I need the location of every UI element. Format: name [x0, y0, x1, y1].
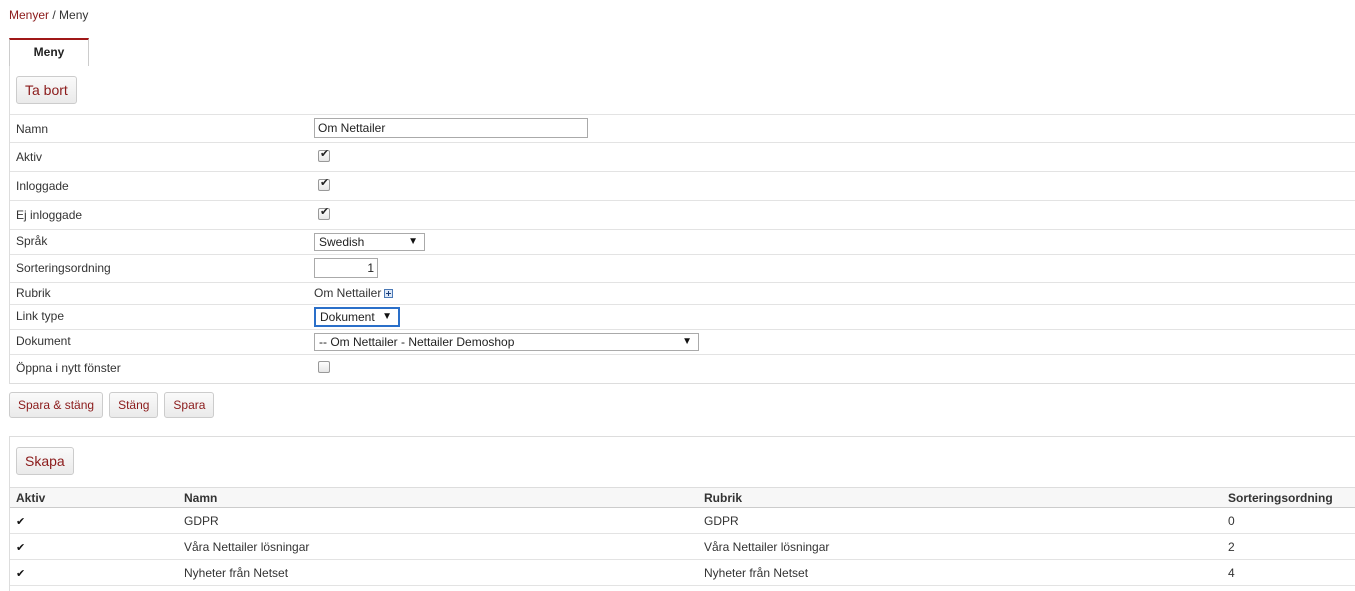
heading-value-group: Om Nettailer — [314, 286, 394, 300]
language-label: Språk — [16, 234, 48, 248]
not-logged-in-label: Ej inloggade — [16, 208, 83, 222]
table-header-row: Aktiv Namn Rubrik Sorteringsordning — [10, 487, 1355, 508]
cell-active: ✔ — [10, 507, 178, 534]
logged-in-checkbox[interactable]: ✔ — [318, 177, 330, 191]
table-row[interactable]: ✔ GDPR GDPR 0 — [10, 507, 1355, 534]
row-logged-in: Inloggade ✔ — [10, 171, 1355, 200]
cell-sort-order: 2 — [1222, 533, 1355, 560]
cell-name: Nyheter från Netset — [178, 559, 698, 586]
column-header-active[interactable]: Aktiv — [10, 487, 178, 508]
form-toolbar: Ta bort — [16, 76, 77, 104]
breadcrumb-current: Meny — [59, 8, 89, 22]
heading-value: Om Nettailer — [314, 286, 382, 300]
submenu-list-panel: Skapa Aktiv Namn Rubrik Sorteringsordnin… — [9, 436, 1355, 591]
breadcrumb-link-menus[interactable]: Menyer — [9, 8, 49, 22]
not-logged-in-checkbox[interactable]: ✔ — [318, 206, 330, 220]
row-name: Namn — [10, 114, 1355, 142]
active-checkbox[interactable]: ✔ — [318, 148, 330, 162]
column-header-name[interactable]: Namn — [178, 487, 698, 508]
submenu-table: Aktiv Namn Rubrik Sorteringsordning ✔ GD… — [10, 487, 1355, 586]
new-window-checkbox[interactable] — [318, 361, 330, 373]
create-button[interactable]: Skapa — [16, 447, 74, 475]
cell-active: ✔ — [10, 559, 178, 586]
delete-button[interactable]: Ta bort — [16, 76, 77, 104]
row-heading: Rubrik Om Nettailer — [10, 282, 1355, 304]
name-input[interactable] — [314, 118, 588, 138]
cell-sort-order: 0 — [1222, 507, 1355, 534]
form-rows: Namn Aktiv ✔ Inloggade ✔ Ej inloggade ✔ … — [10, 114, 1355, 382]
chevron-down-icon: ▼ — [408, 236, 418, 247]
row-link-type: Link type Dokument ▼ — [10, 304, 1355, 329]
tab-meny[interactable]: Meny — [9, 38, 89, 67]
form-action-bar: Spara & stäng Stäng Spara — [9, 392, 220, 418]
save-button[interactable]: Spara — [164, 392, 215, 418]
sort-order-input[interactable] — [314, 258, 378, 278]
link-type-select[interactable]: Dokument ▼ — [314, 307, 400, 327]
row-document: Dokument -- Om Nettailer - Nettailer Dem… — [10, 329, 1355, 354]
row-language: Språk Swedish ▼ — [10, 229, 1355, 254]
active-label: Aktiv — [16, 150, 43, 164]
cell-heading: Nyheter från Netset — [698, 559, 1222, 586]
breadcrumb: Menyer / Meny — [9, 8, 88, 22]
column-header-heading[interactable]: Rubrik — [698, 487, 1222, 508]
document-select[interactable]: -- Om Nettailer - Nettailer Demoshop ▼ — [314, 333, 699, 351]
chevron-down-icon: ▼ — [382, 311, 392, 322]
sort-order-label: Sorteringsordning — [16, 261, 111, 275]
chevron-down-icon: ▼ — [682, 336, 692, 347]
cell-name: GDPR — [178, 507, 698, 534]
language-value: Swedish — [319, 235, 365, 249]
check-icon: ✔ — [320, 206, 330, 218]
language-select[interactable]: Swedish ▼ — [314, 233, 425, 251]
document-label: Dokument — [16, 334, 71, 348]
document-value: -- Om Nettailer - Nettailer Demoshop — [319, 335, 515, 349]
list-toolbar: Skapa — [16, 447, 74, 475]
tab-bar: Meny — [9, 38, 1355, 67]
check-icon: ✔ — [16, 567, 26, 580]
cell-sort-order: 4 — [1222, 559, 1355, 586]
name-label: Namn — [16, 122, 49, 136]
column-header-sort-order[interactable]: Sorteringsordning — [1222, 487, 1355, 508]
logged-in-label: Inloggade — [16, 179, 69, 193]
cell-active: ✔ — [10, 533, 178, 560]
breadcrumb-separator: / — [49, 8, 60, 22]
row-new-window: Öppna i nytt fönster — [10, 354, 1355, 382]
table-row[interactable]: ✔ Våra Nettailer lösningar Våra Nettaile… — [10, 533, 1355, 560]
cell-heading: Våra Nettailer lösningar — [698, 533, 1222, 560]
cell-heading: GDPR — [698, 507, 1222, 534]
close-button[interactable]: Stäng — [109, 392, 159, 418]
heading-label: Rubrik — [16, 286, 51, 300]
save-close-button[interactable]: Spara & stäng — [9, 392, 104, 418]
check-icon: ✔ — [320, 177, 330, 189]
link-type-value: Dokument — [320, 310, 375, 324]
plus-icon[interactable] — [384, 289, 394, 299]
check-icon: ✔ — [320, 148, 330, 160]
row-sort-order: Sorteringsordning — [10, 254, 1355, 282]
row-not-logged-in: Ej inloggade ✔ — [10, 200, 1355, 229]
link-type-label: Link type — [16, 309, 65, 323]
new-window-label: Öppna i nytt fönster — [16, 361, 121, 375]
check-icon: ✔ — [16, 515, 26, 528]
cell-name: Våra Nettailer lösningar — [178, 533, 698, 560]
table-row[interactable]: ✔ Nyheter från Netset Nyheter från Netse… — [10, 559, 1355, 586]
check-icon: ✔ — [16, 541, 26, 554]
menu-form-panel: Ta bort Namn Aktiv ✔ Inloggade ✔ Ej inlo… — [9, 66, 1355, 384]
row-active: Aktiv ✔ — [10, 142, 1355, 171]
